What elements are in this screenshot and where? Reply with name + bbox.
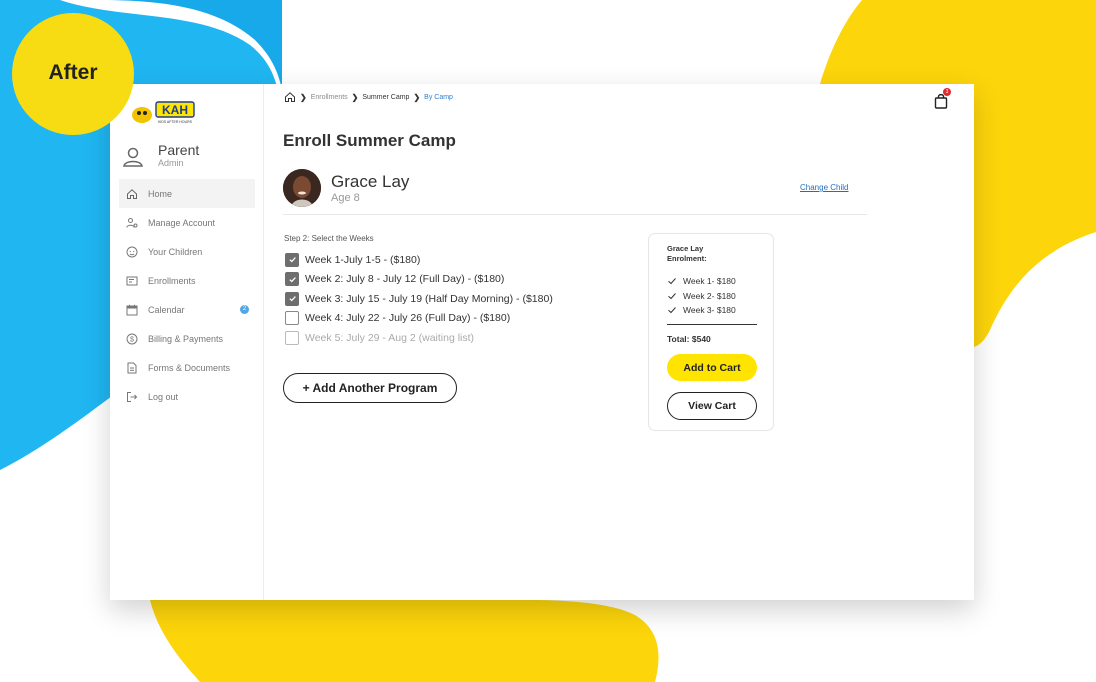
manage-account-icon xyxy=(126,217,138,228)
summary-divider xyxy=(667,324,757,325)
dollar-icon: $ xyxy=(126,333,138,344)
home-icon xyxy=(127,188,137,199)
check-icon xyxy=(668,307,676,314)
chevron-right-icon: ❯ xyxy=(300,92,307,102)
sidebar-item-label: Home xyxy=(148,188,173,199)
week-checkbox xyxy=(285,330,299,345)
cart-count-badge: 3 xyxy=(943,88,951,96)
sidebar-item-label: Calendar xyxy=(148,304,185,315)
week-checkbox[interactable] xyxy=(285,311,299,326)
view-cart-button[interactable]: View Cart xyxy=(667,392,757,420)
logout-icon xyxy=(127,391,138,402)
check-icon xyxy=(668,278,676,285)
breadcrumb-by-camp: By Camp xyxy=(424,93,453,101)
week-option[interactable]: Week 3: July 15 - July 19 (Half Day Morn… xyxy=(285,289,553,309)
calendar-badge: 2 xyxy=(240,305,249,314)
step-label: Step 2: Select the Weeks xyxy=(284,234,374,243)
yellow-blob-bottom xyxy=(150,600,659,682)
summary-total: Total: $540 xyxy=(667,334,711,344)
summary-items: Week 1- $180 Week 2- $180 Week 3- $180 xyxy=(667,274,736,318)
breadcrumb: ❯ Enrollments ❯ Summer Camp ❯ By Camp xyxy=(284,91,453,103)
check-icon xyxy=(668,292,676,299)
calendar-icon xyxy=(126,304,138,315)
user-role: Admin xyxy=(158,158,184,168)
children-icon xyxy=(126,246,138,257)
week-label: Week 3: July 15 - July 19 (Half Day Morn… xyxy=(305,292,553,305)
kah-logo[interactable]: KAH KIDS AFTER HOURS xyxy=(130,100,200,126)
sidebar-item-enrollments[interactable]: Enrollments xyxy=(119,266,255,295)
user-profile[interactable]: Parent Admin xyxy=(122,142,252,170)
summary-item: Week 3- $180 xyxy=(667,303,736,318)
child-age: Age 8 xyxy=(331,192,360,204)
child-name: Grace Lay xyxy=(331,172,410,191)
week-option-disabled: Week 5: July 29 - Aug 2 (waiting list) xyxy=(285,328,553,348)
after-badge: After xyxy=(12,13,134,135)
summary-title: Grace Lay Enrolment: xyxy=(667,244,757,264)
enrolment-summary-card: Grace Lay Enrolment: Week 1- $180 Week 2… xyxy=(648,233,774,431)
page-title: Enroll Summer Camp xyxy=(283,131,456,150)
document-icon xyxy=(127,362,137,373)
add-another-program-button[interactable]: + Add Another Program xyxy=(283,373,457,403)
sidebar-item-label: Log out xyxy=(148,391,179,402)
summary-item: Week 2- $180 xyxy=(667,289,736,304)
sidebar-item-logout[interactable]: Log out xyxy=(119,382,255,411)
home-icon[interactable] xyxy=(284,91,296,103)
after-label: After xyxy=(48,61,98,84)
child-avatar xyxy=(283,169,321,207)
weeks-list: Week 1-July 1-5 - ($180) Week 2: July 8 … xyxy=(285,250,553,348)
week-label: Week 5: July 29 - Aug 2 (waiting list) xyxy=(305,331,475,344)
week-checkbox[interactable] xyxy=(285,252,299,267)
chevron-right-icon: ❯ xyxy=(413,92,421,102)
sidebar: KAH KIDS AFTER HOURS Parent Admin Home M… xyxy=(110,84,264,600)
breadcrumb-enrollments[interactable]: Enrollments xyxy=(311,94,348,101)
user-name: Parent xyxy=(158,142,200,158)
week-label: Week 2: July 8 - July 12 (Full Day) - ($… xyxy=(305,273,505,286)
sidebar-item-home[interactable]: Home xyxy=(119,179,255,208)
sidebar-nav: Home Manage Account Your Children Enroll… xyxy=(119,179,255,411)
logo-text: KAH xyxy=(162,103,188,117)
logo-subtext: KIDS AFTER HOURS xyxy=(158,120,193,124)
change-child-link[interactable]: Change Child xyxy=(800,183,848,192)
summary-enrolment-label: Enrolment: xyxy=(667,254,707,263)
app-window: KAH KIDS AFTER HOURS Parent Admin Home M… xyxy=(110,84,974,600)
user-icon xyxy=(123,147,143,167)
breadcrumb-summer-camp[interactable]: Summer Camp xyxy=(362,94,409,101)
sidebar-item-billing[interactable]: $ Billing & Payments xyxy=(119,324,255,353)
summary-item: Week 1- $180 xyxy=(667,274,736,289)
sidebar-item-forms[interactable]: Forms & Documents xyxy=(119,353,255,382)
week-checkbox[interactable] xyxy=(285,272,299,287)
sidebar-item-calendar[interactable]: Calendar 2 xyxy=(119,295,255,324)
week-option[interactable]: Week 2: July 8 - July 12 (Full Day) - ($… xyxy=(285,270,553,290)
sidebar-item-your-children[interactable]: Your Children xyxy=(119,237,255,266)
add-to-cart-button[interactable]: Add to Cart xyxy=(667,354,757,381)
sidebar-item-label: Enrollments xyxy=(148,275,196,286)
sidebar-item-label: Manage Account xyxy=(148,217,216,228)
week-option[interactable]: Week 1-July 1-5 - ($180) xyxy=(285,250,553,270)
enrollments-icon xyxy=(126,276,138,285)
svg-text:$: $ xyxy=(130,336,134,343)
sidebar-item-label: Your Children xyxy=(148,246,203,257)
week-checkbox[interactable] xyxy=(285,291,299,306)
sidebar-item-label: Forms & Documents xyxy=(148,362,231,373)
summary-child-name: Grace Lay xyxy=(667,244,704,253)
child-selector: Grace Lay Age 8 Change Child xyxy=(283,168,867,215)
week-label: Week 1-July 1-5 - ($180) xyxy=(305,253,421,266)
week-option[interactable]: Week 4: July 22 - July 26 (Full Day) - (… xyxy=(285,309,553,329)
week-label: Week 4: July 22 - July 26 (Full Day) - (… xyxy=(305,312,511,325)
main-content: ❯ Enrollments ❯ Summer Camp ❯ By Camp 3 … xyxy=(263,84,974,600)
sidebar-item-label: Billing & Payments xyxy=(148,333,224,344)
chevron-right-icon: ❯ xyxy=(351,92,359,102)
sidebar-item-manage-account[interactable]: Manage Account xyxy=(119,208,255,237)
